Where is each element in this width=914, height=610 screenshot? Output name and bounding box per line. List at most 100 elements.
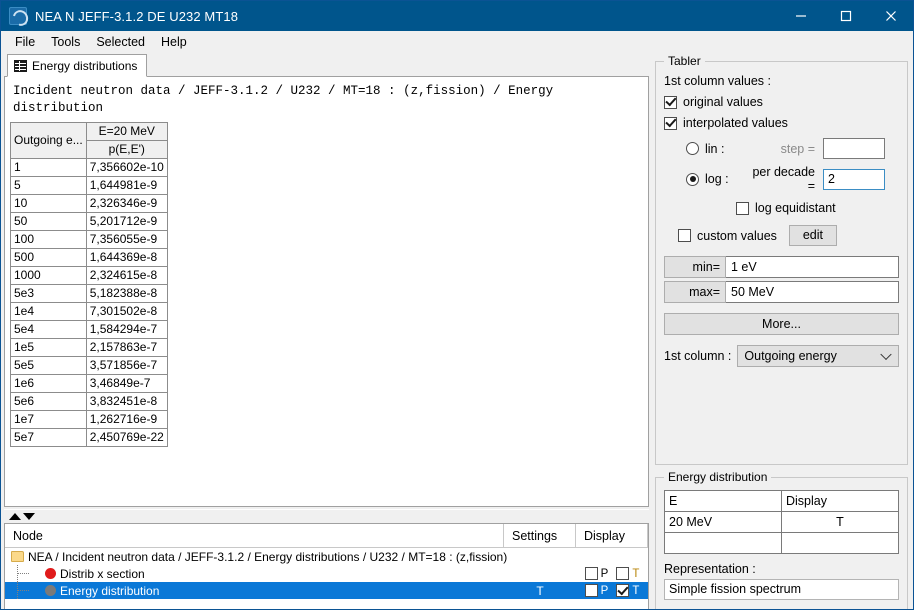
table-row[interactable]: 5e6 3,832451e-8 [10,392,168,411]
original-values-row[interactable]: original values [664,95,899,109]
cell-outgoing-energy[interactable]: 5e3 [10,284,87,303]
menu-item-help[interactable]: Help [153,32,195,52]
cell-probability[interactable]: 7,356602e-10 [85,158,168,177]
cell-probability[interactable]: 1,644981e-9 [85,176,168,195]
cell-probability[interactable]: 7,301502e-8 [85,302,168,321]
table-row[interactable]: 100 7,356055e-9 [10,230,168,249]
cell-outgoing-energy[interactable]: 5 [10,176,87,195]
tab-energy-distributions[interactable]: Energy distributions [7,54,148,77]
column-header-display[interactable]: Display [576,524,648,548]
cell-energy[interactable]: 20 MeV [664,511,782,533]
cell-probability[interactable]: 5,182388e-8 [85,284,168,303]
cell-probability[interactable]: 3,571856e-7 [85,356,168,375]
column-header-display[interactable]: Display [781,490,899,512]
node-tree-row[interactable]: NEA / Incident neutron data / JEFF-3.1.2… [5,548,648,565]
table-row[interactable]: 5 1,644981e-9 [10,176,168,195]
node-tree-row[interactable]: Energy distribution T P T [5,582,648,599]
column-header-outgoing-energy[interactable]: Outgoing e... [10,122,87,159]
cell-outgoing-energy[interactable]: 5e4 [10,320,87,339]
table-row[interactable]: 1e4 7,301502e-8 [10,302,168,321]
table-row[interactable]: 5e5 3,571856e-7 [10,356,168,375]
cell-outgoing-energy[interactable]: 1e6 [10,374,87,393]
node-settings-cell[interactable]: T [504,584,576,598]
cell-outgoing-energy[interactable]: 1 [10,158,87,177]
cell-probability[interactable]: 1,262716e-9 [85,410,168,429]
max-input[interactable]: 50 MeV [726,281,899,303]
cell-outgoing-energy[interactable]: 5e6 [10,392,87,411]
menu-item-tools[interactable]: Tools [43,32,88,52]
per-decade-input[interactable]: 2 [823,168,885,190]
column-header-e[interactable]: E [664,490,782,512]
cell-probability[interactable]: 2,324615e-8 [85,266,168,285]
table-row[interactable]: 20 MeV T [664,511,899,533]
cell-outgoing-energy[interactable]: 100 [10,230,87,249]
cell-outgoing-energy[interactable]: 500 [10,248,87,267]
column-header-incident-energy[interactable]: E=20 MeV [85,122,168,141]
node-tree-row[interactable]: Distrib x section P T [5,565,648,582]
table-row[interactable]: 500 1,644369e-8 [10,248,168,267]
cell-outgoing-energy[interactable]: 5e7 [10,428,87,447]
cell-display[interactable] [781,532,899,554]
cell-outgoing-energy[interactable]: 1000 [10,266,87,285]
cell-probability[interactable]: 2,157863e-7 [85,338,168,357]
first-column-select[interactable]: Outgoing energy [737,345,899,367]
data-table-container[interactable]: Outgoing e... E=20 MeV p(E,E') 1 7,356602… [5,122,648,506]
cell-outgoing-energy[interactable]: 1e5 [10,338,87,357]
cell-energy[interactable] [664,532,782,554]
cell-outgoing-energy[interactable]: 50 [10,212,87,231]
log-radio[interactable] [686,172,699,186]
log-equidistant-row[interactable]: log equidistant [664,201,899,215]
cell-probability[interactable]: 3,832451e-8 [85,392,168,411]
cell-outgoing-energy[interactable]: 10 [10,194,87,213]
display-p-checkbox[interactable] [584,567,598,580]
cell-probability[interactable]: 1,644369e-8 [85,248,168,267]
interpolated-values-row[interactable]: interpolated values [664,116,899,130]
table-row[interactable]: 1e5 2,157863e-7 [10,338,168,357]
cell-probability[interactable]: 5,201712e-9 [85,212,168,231]
column-header-settings[interactable]: Settings [504,524,576,548]
table-row[interactable] [664,532,899,554]
menu-item-selected[interactable]: Selected [88,32,153,52]
table-row[interactable]: 5e7 2,450769e-22 [10,428,168,447]
table-row[interactable]: 1000 2,324615e-8 [10,266,168,285]
minimize-icon[interactable] [778,1,823,31]
min-input[interactable]: 1 eV [726,256,899,278]
triangle-up-icon[interactable] [9,513,21,520]
display-t-checkbox[interactable] [616,584,630,597]
cell-display[interactable]: T [781,511,899,533]
tab-strip: Energy distributions [4,53,649,77]
cell-outgoing-energy[interactable]: 1e7 [10,410,87,429]
cell-probability[interactable]: 2,326346e-9 [85,194,168,213]
table-row[interactable]: 10 2,326346e-9 [10,194,168,213]
interpolated-values-checkbox[interactable] [664,116,677,130]
lin-radio[interactable] [686,142,699,155]
table-row[interactable]: 1e7 1,262716e-9 [10,410,168,429]
column-header-probability[interactable]: p(E,E') [85,140,168,159]
maximize-icon[interactable] [823,1,868,31]
cell-probability[interactable]: 2,450769e-22 [85,428,168,447]
table-row[interactable]: 1 7,356602e-10 [10,158,168,177]
table-row[interactable]: 5e4 1,584294e-7 [10,320,168,339]
horizontal-split-bar[interactable] [4,509,649,523]
table-row[interactable]: 50 5,201712e-9 [10,212,168,231]
column-header-node[interactable]: Node [5,524,504,548]
node-label: Distrib x section [60,566,145,581]
edit-button[interactable]: edit [788,225,837,246]
display-t-checkbox[interactable] [616,567,630,580]
triangle-down-icon[interactable] [23,513,35,520]
table-row[interactable]: 1e6 3,46849e-7 [10,374,168,393]
display-p-checkbox[interactable] [584,584,598,597]
cell-outgoing-energy[interactable]: 5e5 [10,356,87,375]
cell-probability[interactable]: 1,584294e-7 [85,320,168,339]
original-values-checkbox[interactable] [664,95,677,109]
step-input[interactable] [823,138,885,159]
log-equidistant-checkbox[interactable] [736,201,749,215]
custom-values-checkbox[interactable] [678,229,691,242]
menu-item-file[interactable]: File [7,32,43,52]
more-button[interactable]: More... [664,313,899,335]
table-row[interactable]: 5e3 5,182388e-8 [10,284,168,303]
cell-outgoing-energy[interactable]: 1e4 [10,302,87,321]
cell-probability[interactable]: 3,46849e-7 [85,374,168,393]
cell-probability[interactable]: 7,356055e-9 [85,230,168,249]
close-icon[interactable] [868,1,913,31]
